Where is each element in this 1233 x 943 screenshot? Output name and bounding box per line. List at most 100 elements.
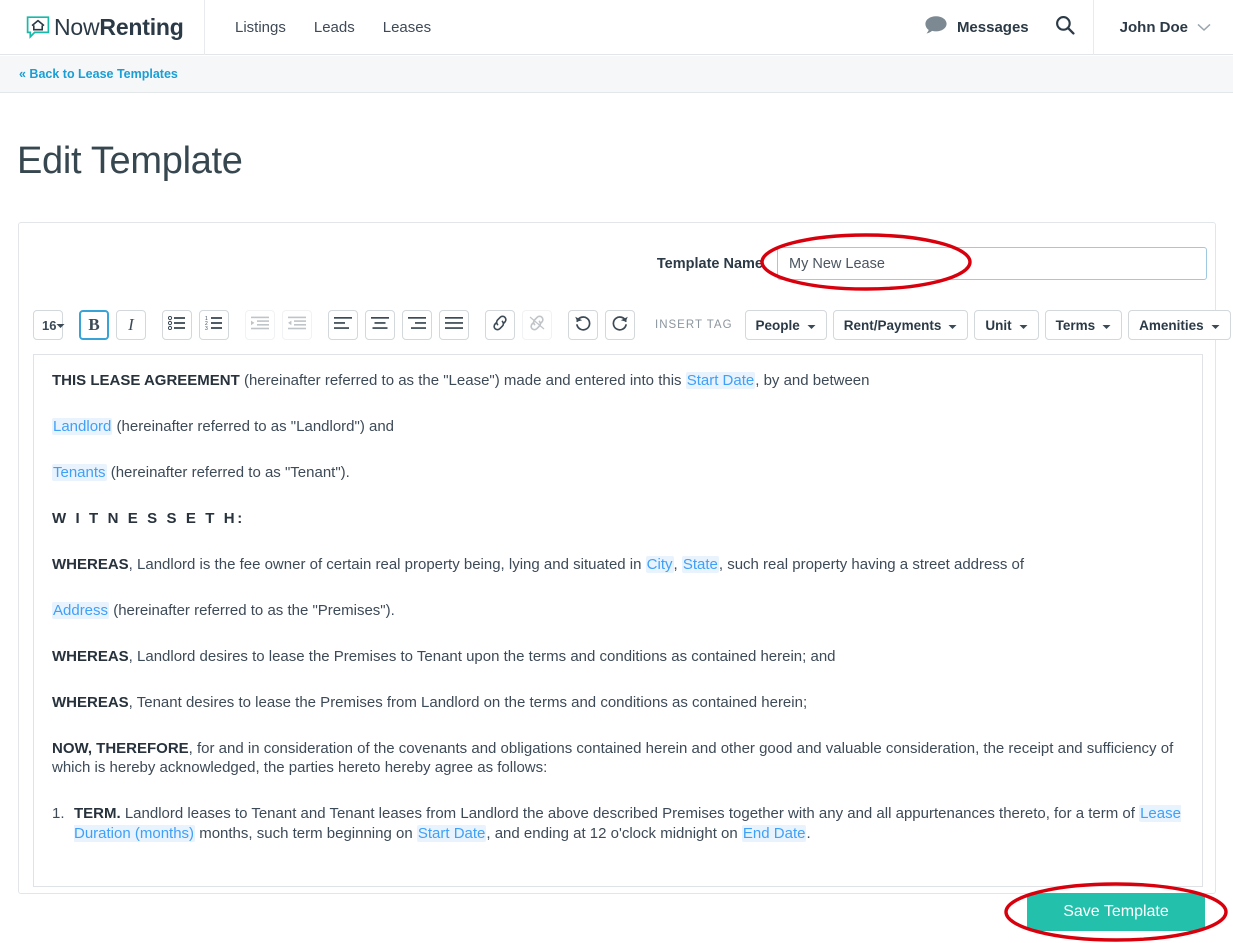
paragraph-address: Address (hereinafter referred to as the … (52, 601, 1184, 621)
clause-spacer (52, 870, 1184, 886)
lease-template-editor[interactable]: THIS LEASE AGREEMENT (hereinafter referr… (33, 354, 1203, 887)
tag-menu-amenities[interactable]: Amenities (1128, 310, 1231, 340)
font-size-select[interactable]: 16 (33, 310, 65, 340)
messages-button[interactable]: Messages (908, 0, 1045, 55)
clause-1-t4: . (806, 825, 811, 843)
tag-menu-rent-payments-label: Rent/Payments (843, 317, 942, 333)
clause-1-t1: Landlord leases to Tenant and Tenant lea… (120, 805, 1140, 823)
tag-state[interactable]: State (681, 555, 719, 573)
paragraph-now-therefore: NOW, THEREFORE, for and in consideration… (52, 739, 1184, 779)
back-to-lease-templates-link[interactable]: « Back to Lease Templates (19, 67, 178, 81)
clause-1-t3: , and ending at 12 o'clock midnight on (486, 825, 742, 843)
para1-text2: , by and between (755, 372, 870, 389)
indent-button[interactable] (245, 310, 275, 340)
para2-text1: (hereinafter referred to as "Landlord") … (112, 417, 395, 435)
tag-menu-terms[interactable]: Terms (1044, 310, 1123, 340)
align-left-button[interactable] (328, 310, 358, 340)
italic-button[interactable]: I (116, 310, 146, 340)
tag-menu-unit[interactable]: Unit (974, 310, 1039, 340)
paragraph-tenants: Tenants (hereinafter referred to as "Ten… (52, 463, 1184, 483)
caret-down-icon (948, 318, 957, 333)
align-justify-icon (445, 316, 463, 334)
paragraph-whereas-2: WHEREAS, Landlord desires to lease the P… (52, 647, 1184, 667)
outdent-button[interactable] (282, 310, 312, 340)
template-name-row: Template Name (657, 247, 1207, 280)
para1-bold: THIS LEASE AGREEMENT (52, 372, 240, 389)
main-nav-links: Listings Leads Leases (235, 19, 431, 36)
nav-item-leads[interactable]: Leads (314, 19, 355, 36)
tag-menu-terms-label: Terms (1055, 317, 1096, 333)
paragraph-whereas-1: WHEREAS, Landlord is the fee owner of ce… (52, 555, 1184, 575)
undo-button[interactable] (568, 310, 598, 340)
italic-icon: I (128, 315, 134, 334)
list-item: 1. TERM. Landlord leases to Tenant and T… (52, 804, 1184, 844)
align-justify-button[interactable] (439, 310, 469, 340)
editor-toolbar: 16 B I 1 2 3 INSERT TAG People Rent/Paym… (33, 306, 1231, 344)
brand-name: NowRenting (54, 13, 184, 40)
tag-city[interactable]: City (645, 555, 674, 573)
clause-1-t2: months, such term beginning on (195, 825, 417, 843)
align-left-icon (334, 316, 352, 334)
tag-start-date-2[interactable]: Start Date (416, 825, 487, 843)
clause-1-number: 1. (52, 805, 65, 823)
nav-item-leases[interactable]: Leases (383, 19, 431, 36)
svg-text:3: 3 (205, 326, 208, 330)
paragraph-whereas-3: WHEREAS, Tenant desires to lease the Pre… (52, 693, 1184, 713)
template-name-label: Template Name (656, 255, 763, 272)
tag-end-date[interactable]: End Date (741, 825, 807, 843)
para6-text1: (hereinafter referred to as the "Premise… (109, 601, 395, 619)
tag-menu-unit-label: Unit (985, 317, 1012, 333)
witnesseth-heading: W I T N E S S E T H: (52, 509, 245, 527)
para8-bold: WHEREAS (52, 693, 129, 711)
undo-icon (574, 315, 592, 336)
para3-text1: (hereinafter referred to as "Tenant"). (106, 463, 350, 481)
speech-bubble-icon (924, 15, 948, 40)
nav-right-group: Messages John Doe (908, 0, 1233, 55)
para8-text1: , Tenant desires to lease the Premises f… (128, 693, 808, 711)
align-right-button[interactable] (402, 310, 432, 340)
insert-tag-label: INSERT TAG (655, 319, 733, 331)
align-right-icon (408, 316, 426, 334)
tag-tenants[interactable]: Tenants (52, 463, 107, 481)
user-name-label: John Doe (1119, 19, 1188, 36)
search-icon (1055, 15, 1075, 40)
bold-button[interactable]: B (79, 310, 109, 340)
para7-text1: , Landlord desires to lease the Premises… (128, 647, 836, 665)
para1-text1: (hereinafter referred to as the "Lease")… (239, 372, 686, 389)
nav-item-listings[interactable]: Listings (235, 19, 286, 36)
insert-link-button[interactable] (485, 310, 515, 340)
bullet-list-icon (167, 315, 186, 335)
messages-label: Messages (956, 19, 1029, 36)
align-center-icon (371, 316, 389, 334)
house-chat-logo-icon (26, 15, 50, 39)
brand-logo[interactable]: NowRenting (0, 0, 205, 55)
para7-bold: WHEREAS (52, 647, 129, 665)
unordered-list-button[interactable] (162, 310, 192, 340)
caret-down-icon (1102, 318, 1111, 333)
caret-down-icon (56, 316, 65, 334)
para5-text1: , Landlord is the fee owner of certain r… (128, 555, 646, 573)
search-button[interactable] (1045, 0, 1093, 55)
save-template-button[interactable]: Save Template (1027, 893, 1205, 931)
link-icon (491, 315, 509, 336)
remove-link-button[interactable] (522, 310, 552, 340)
redo-button[interactable] (605, 310, 635, 340)
font-size-value: 16 (42, 317, 57, 333)
page-title: Edit Template (17, 140, 243, 182)
tag-start-date[interactable]: Start Date (685, 372, 756, 389)
ordered-list-button[interactable]: 1 2 3 (199, 310, 229, 340)
template-name-input[interactable] (777, 247, 1207, 280)
indent-decrease-icon (288, 316, 306, 335)
brand-name-light: Now (54, 13, 100, 40)
top-navigation-bar: NowRenting Listings Leads Leases Message… (0, 0, 1233, 55)
para5-text3: , such real property having a street add… (718, 555, 1025, 573)
tag-menu-rent-payments[interactable]: Rent/Payments (832, 310, 969, 340)
align-center-button[interactable] (365, 310, 395, 340)
user-menu[interactable]: John Doe (1092, 0, 1233, 55)
para9-text1: , for and in consideration of the covena… (52, 739, 1174, 777)
tag-landlord[interactable]: Landlord (52, 417, 113, 435)
edit-template-card: Template Name 16 B I 1 2 3 (18, 222, 1231, 894)
tag-address[interactable]: Address (52, 601, 110, 619)
tag-menu-people[interactable]: People (744, 310, 827, 340)
clause-1-text: TERM. Landlord leases to Tenant and Tena… (74, 804, 1184, 844)
